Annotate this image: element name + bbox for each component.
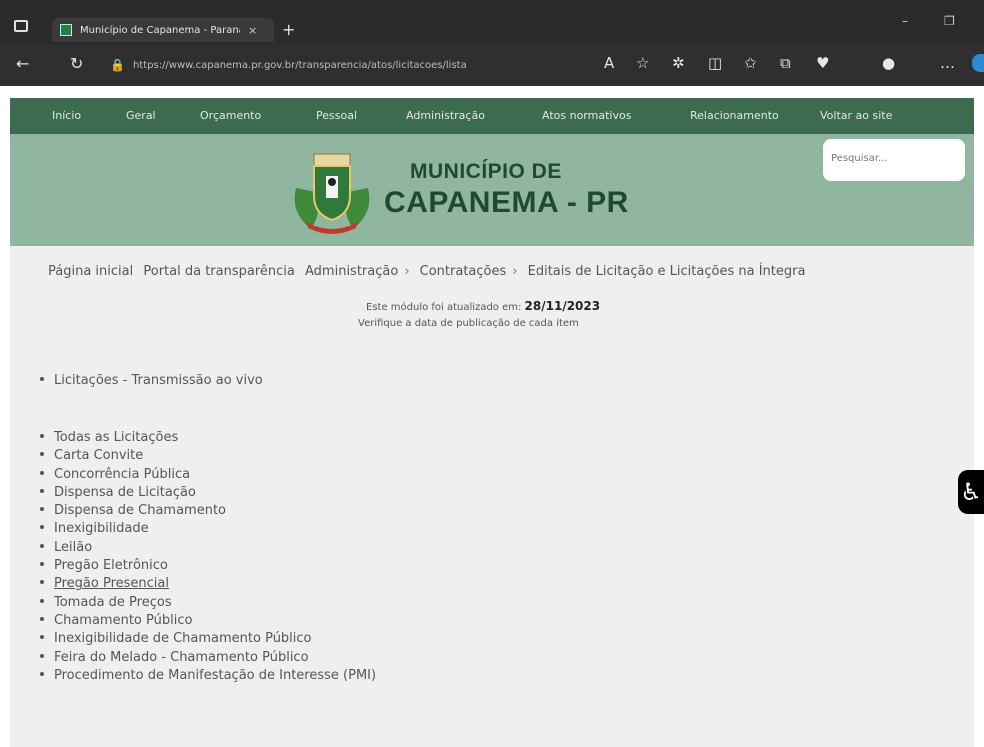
list-item: Todas as Licitações [38, 429, 376, 447]
favorite-icon[interactable]: ☆ [636, 54, 649, 72]
bullet-icon [40, 598, 44, 603]
nav-administracao[interactable]: Administração [406, 109, 485, 122]
browser-tab[interactable]: Município de Capanema - Paraná × [52, 18, 274, 42]
tabs-icon[interactable] [14, 20, 28, 32]
accessibility-icon[interactable]: ♿ [958, 470, 984, 514]
breadcrumb-current: Editais de Licitação e Licitações na Ínt… [527, 264, 806, 279]
site-title-line2: CAPANEMA - PR [384, 186, 629, 219]
tab-title: Município de Capanema - Paraná [80, 24, 240, 36]
lock-icon: 🔒 [110, 58, 125, 72]
extensions-icon[interactable]: ✲ [672, 54, 685, 72]
breadcrumb-portal[interactable]: Portal da transparência [143, 264, 295, 279]
list-item: Licitações - Transmissão ao vivo [38, 372, 263, 390]
list-item: Dispensa de Chamamento [38, 502, 376, 520]
close-tab-icon[interactable]: × [248, 24, 257, 37]
list-item: Tomada de Preços [38, 594, 376, 612]
update-date: 28/11/2023 [524, 299, 601, 313]
link-pregao-eletronico[interactable]: Pregão Eletrônico [54, 558, 168, 573]
update-notice: Este módulo foi atualizado em: 28/11/202… [366, 299, 600, 313]
read-aloud-icon[interactable]: A [604, 54, 614, 72]
copilot-icon[interactable] [972, 54, 984, 72]
site-search [823, 139, 965, 181]
address-bar[interactable]: 🔒 https://www.capanema.pr.gov.br/transpa… [110, 53, 510, 77]
bullet-icon [40, 635, 44, 640]
bullet-icon [40, 377, 44, 381]
nav-pessoal[interactable]: Pessoal [316, 109, 357, 122]
profile-icon[interactable]: ● [882, 54, 895, 72]
nav-orcamento[interactable]: Orçamento [200, 109, 261, 122]
bullet-icon [40, 507, 44, 512]
favicon-icon [60, 24, 72, 36]
breadcrumb-home[interactable]: Página inicial [48, 264, 133, 279]
list-item: Concorrência Pública [38, 466, 376, 484]
list-item: Inexigibilidade [38, 520, 376, 538]
link-concorrencia-publica[interactable]: Concorrência Pública [54, 467, 190, 482]
list-item: Chamamento Público [38, 612, 376, 630]
nav-relacionamento[interactable]: Relacionamento [690, 109, 779, 122]
list-item: Dispensa de Licitação [38, 484, 376, 502]
nav-voltar-ao-site[interactable]: Voltar ao site [820, 109, 892, 122]
refresh-icon[interactable]: ↻ [70, 54, 83, 73]
breadcrumb-separator: › [512, 264, 518, 279]
bullet-icon [40, 452, 44, 457]
link-chamamento-publico[interactable]: Chamamento Público [54, 613, 192, 628]
link-leilao[interactable]: Leilão [54, 540, 92, 555]
collections-icon[interactable]: ⧉ [780, 54, 791, 72]
list-item: Procedimento de Manifestação de Interess… [38, 667, 376, 685]
link-pmi[interactable]: Procedimento de Manifestação de Interess… [54, 668, 376, 683]
list-item: Carta Convite [38, 447, 376, 465]
link-inexigibilidade[interactable]: Inexigibilidade [54, 521, 149, 536]
back-icon[interactable]: ← [16, 54, 29, 73]
update-prefix: Este módulo foi atualizado em: [366, 302, 522, 313]
site-navigation: Início Geral Orçamento Pessoal Administr… [10, 98, 974, 134]
bullet-icon [40, 653, 44, 658]
minimize-icon[interactable]: – [902, 14, 908, 28]
link-pregao-presencial[interactable]: Pregão Presencial [54, 576, 169, 591]
site-title-line1: MUNICÍPIO DE [410, 160, 562, 183]
nav-geral[interactable]: Geral [126, 109, 156, 122]
link-dispensa-chamamento[interactable]: Dispensa de Chamamento [54, 503, 226, 518]
bullet-icon [40, 434, 44, 438]
link-dispensa-licitacao[interactable]: Dispensa de Licitação [54, 485, 196, 500]
new-tab-icon[interactable]: + [282, 20, 295, 39]
link-carta-convite[interactable]: Carta Convite [54, 448, 143, 463]
url-text: https://www.capanema.pr.gov.br/transpare… [132, 59, 467, 71]
list-item: Feira do Melado - Chamamento Público [38, 649, 376, 667]
list-item: Pregão Presencial [38, 575, 376, 593]
bullet-icon [40, 543, 44, 548]
list-item: Pregão Eletrônico [38, 557, 376, 575]
breadcrumb-contratacoes[interactable]: Contratações [420, 264, 507, 279]
restore-icon[interactable]: ❐ [944, 14, 955, 28]
bullet-icon [40, 616, 44, 621]
split-screen-icon[interactable]: ◫ [708, 54, 722, 72]
link-todas-licitacoes[interactable]: Todas as Licitações [54, 430, 178, 445]
list-item: Leilão [38, 539, 376, 557]
bullet-icon [40, 562, 44, 567]
favorites-bar-icon[interactable]: ✩ [744, 54, 757, 72]
bullet-icon [40, 671, 44, 676]
more-icon[interactable]: … [940, 54, 955, 72]
live-list: Licitações - Transmissão ao vivo [38, 372, 263, 390]
link-feira-melado[interactable]: Feira do Melado - Chamamento Público [54, 650, 309, 665]
search-input[interactable] [831, 153, 951, 164]
link-inexigibilidade-chamamento[interactable]: Inexigibilidade de Chamamento Público [54, 631, 312, 646]
breadcrumb: Página inicial Portal da transparência A… [48, 264, 811, 279]
list-item: Inexigibilidade de Chamamento Público [38, 630, 376, 648]
browser-essentials-icon[interactable]: ♥ [816, 54, 829, 72]
breadcrumb-administracao[interactable]: Administração [305, 264, 398, 279]
link-transmissao-ao-vivo[interactable]: Licitações - Transmissão ao vivo [54, 373, 263, 388]
bidding-types-list: Todas as Licitações Carta Convite Concor… [38, 429, 376, 685]
bullet-icon [40, 488, 44, 493]
verify-note: Verifique a data de publicação de cada i… [358, 318, 579, 329]
bullet-icon [40, 580, 44, 585]
browser-titlebar: Município de Capanema - Paraná × + – ❐ [0, 0, 984, 44]
breadcrumb-separator: › [404, 264, 410, 279]
nav-inicio[interactable]: Início [52, 109, 81, 122]
bullet-icon [40, 525, 44, 530]
link-tomada-precos[interactable]: Tomada de Preços [54, 595, 172, 610]
nav-atos-normativos[interactable]: Atos normativos [542, 109, 631, 122]
bullet-icon [40, 470, 44, 475]
coat-of-arms-logo [294, 153, 370, 234]
